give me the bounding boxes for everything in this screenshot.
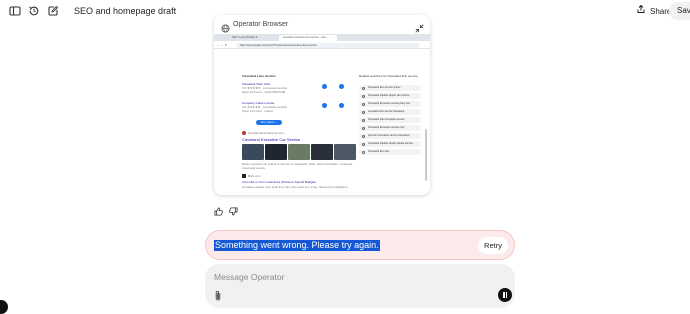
related-item-label: Cleveland hopkins airport taxi service	[368, 94, 410, 97]
result-title: Limo Hire in Your Local Area | Prices to…	[242, 180, 316, 184]
result-site: clevelandexecutivecar.com	[248, 131, 284, 135]
website-icon	[322, 103, 327, 108]
result-image	[288, 144, 310, 160]
result-snippet: Book executive car and limo service in C…	[242, 162, 353, 170]
operator-browser-card[interactable]: Operator Browser SEO / Local Visibility …	[214, 15, 430, 195]
retry-button[interactable]: Retry	[478, 237, 508, 254]
result-image	[265, 144, 287, 160]
more-places-button: More places →	[256, 120, 282, 125]
search-icon	[362, 110, 365, 114]
feedback-buttons	[214, 203, 238, 221]
history-icon[interactable]	[27, 4, 41, 18]
search-icon	[362, 86, 365, 90]
search-icon	[362, 126, 365, 130]
related-item: Cleveland limousine service party bus	[359, 101, 421, 107]
result-snippet: Compare quotes from local limo hire pros…	[242, 185, 349, 189]
related-item-label: Cleveland limousine service party bus	[368, 102, 410, 105]
site-favicon	[242, 131, 246, 135]
error-message: Something went wrong. Please try again.	[214, 240, 380, 251]
place-detail: Open 24 hours · (216) 555-0198	[242, 90, 286, 94]
result-site: Bark.com	[248, 174, 261, 178]
search-icon	[362, 118, 365, 122]
browser-tab-bar: SEO / Local Visibility & ... cleveland e…	[214, 34, 430, 41]
address-bar: ‹ › ↻ https://www.google.com/search?q=cl…	[214, 41, 430, 49]
related-item-label: Cleveland hopkins airport shuttle servic…	[368, 142, 413, 145]
stop-icon[interactable]	[498, 288, 512, 302]
help-icon[interactable]	[0, 300, 8, 314]
browser-card-header: Operator Browser	[214, 15, 430, 35]
search-icon	[362, 150, 365, 154]
nav-arrows-icon: ‹ › ↻	[217, 42, 229, 47]
related-item: cleveland limo service Cleveland	[359, 109, 421, 115]
message-composer	[205, 264, 515, 308]
share-icon	[636, 4, 646, 19]
related-item-label: premium limousine service Cleveland	[368, 134, 410, 137]
related-item-label: Cleveland ohio limousine service	[368, 118, 405, 121]
sidebar-toggle-icon[interactable]	[8, 4, 22, 18]
scrollbar-thumb	[425, 129, 427, 181]
related-item: Cleveland limo service prices	[359, 85, 421, 91]
local-pack-heading: Cleveland Limo Service	[242, 74, 276, 78]
related-item: Cleveland ohio limousine service	[359, 117, 421, 123]
browser-name: Operator Browser	[233, 21, 289, 28]
search-icon	[362, 94, 365, 98]
related-item-label: Cleveland limo service prices	[368, 86, 401, 89]
related-item-label: Cleveland limousine service cost	[368, 126, 405, 129]
browser-screenshot: SEO / Local Visibility & ... cleveland e…	[214, 34, 430, 195]
directions-icon	[339, 84, 344, 89]
error-banner: Something went wrong. Please try again. …	[205, 230, 515, 260]
address-field: https://www.google.com/search?q=clevelan…	[236, 42, 420, 48]
related-item: Cleveland limousine service cost	[359, 125, 421, 131]
search-icon	[362, 134, 365, 138]
related-item: premium limousine service Cleveland	[359, 133, 421, 139]
related-item: Cleveland hopkins airport taxi service	[359, 93, 421, 99]
thumbs-down-icon[interactable]	[229, 203, 238, 221]
related-item: Cleveland limo bus	[359, 149, 421, 155]
related-item-label: cleveland limo service Cleveland	[368, 110, 405, 113]
place-detail: Open 24 hours · Listed	[242, 109, 273, 113]
related-heading: Related searches for Cleveland limo serv…	[359, 74, 418, 78]
result-title: Cleveland Executive Car Service	[242, 137, 301, 142]
edit-icon[interactable]	[46, 4, 60, 18]
related-item-label: Cleveland limo bus	[368, 150, 390, 153]
share-button[interactable]: Share	[636, 4, 671, 19]
result-image	[242, 144, 264, 160]
message-input[interactable]	[214, 271, 484, 283]
directions-icon	[339, 103, 344, 108]
result-image	[311, 144, 333, 160]
page-title: SEO and homepage draft	[74, 6, 177, 16]
save-button[interactable]: Save	[669, 2, 690, 20]
search-icon	[362, 102, 365, 106]
result-image	[334, 144, 356, 160]
search-icon	[362, 142, 365, 146]
site-favicon	[242, 174, 246, 178]
related-item: Cleveland hopkins airport shuttle servic…	[359, 141, 421, 147]
thumbs-up-icon[interactable]	[214, 203, 223, 221]
website-icon	[322, 84, 327, 89]
paperclip-icon[interactable]	[213, 289, 223, 307]
